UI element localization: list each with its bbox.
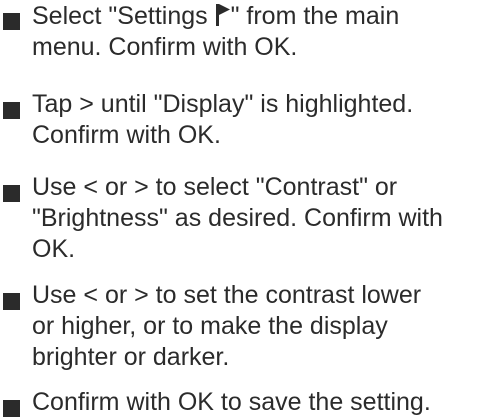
step-text-line: Use < or > to set the contrast lower <box>32 281 422 309</box>
square-bullet-icon <box>3 185 20 202</box>
step-text: Use < or > to select "Contrast" or "Brig… <box>32 172 480 265</box>
step-text-line: menu. Confirm with OK. <box>32 33 298 61</box>
step-text-line: Use < or > to select "Contrast" or <box>32 173 398 201</box>
step-text-line: Tap > until "Display" is highlighted. <box>32 90 414 118</box>
step-text-line: Select "Settings " from the main <box>32 2 400 30</box>
flag-icon <box>215 4 230 26</box>
step-text-line: OK. <box>32 235 76 263</box>
step-text: Use < or > to set the contrast lower or … <box>32 280 480 373</box>
square-bullet-icon <box>3 400 20 417</box>
step-text-line: or higher, or to make the display <box>32 312 388 340</box>
step-text-line: "Brightness" as desired. Confirm with <box>32 204 443 232</box>
step-text-line: Confirm with OK to save the setting. <box>32 388 431 416</box>
step-text: Select "Settings " from the main menu. C… <box>32 1 480 63</box>
square-bullet-icon <box>3 293 20 310</box>
square-bullet-icon <box>3 13 20 30</box>
step-text: Confirm with OK to save the setting. <box>32 387 480 418</box>
step-text: Tap > until "Display" is highlighted. Co… <box>32 89 480 151</box>
step-text-line: Confirm with OK. <box>32 121 221 149</box>
step-text-line: brighter or darker. <box>32 343 230 371</box>
square-bullet-icon <box>3 102 20 119</box>
